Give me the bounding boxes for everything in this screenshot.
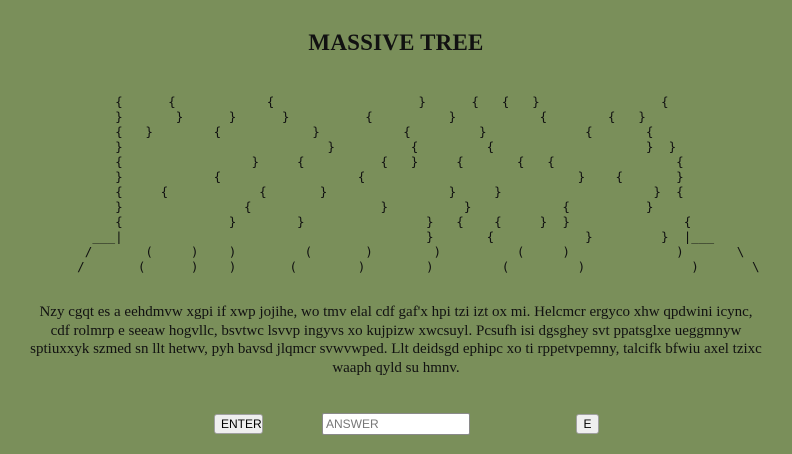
answer-input[interactable] [322, 413, 470, 435]
puzzle-paragraph: Nzy cgqt es a eehdmvw xgpi if xwp jojihe… [30, 304, 762, 376]
e-button[interactable]: E [576, 414, 599, 434]
enter-button[interactable]: ENTER [214, 414, 263, 434]
ascii-tree-art: { { { } { { } { } } } } { } { { } { } { … [77, 94, 760, 274]
page-title: MASSIVE TREE [308, 30, 484, 55]
